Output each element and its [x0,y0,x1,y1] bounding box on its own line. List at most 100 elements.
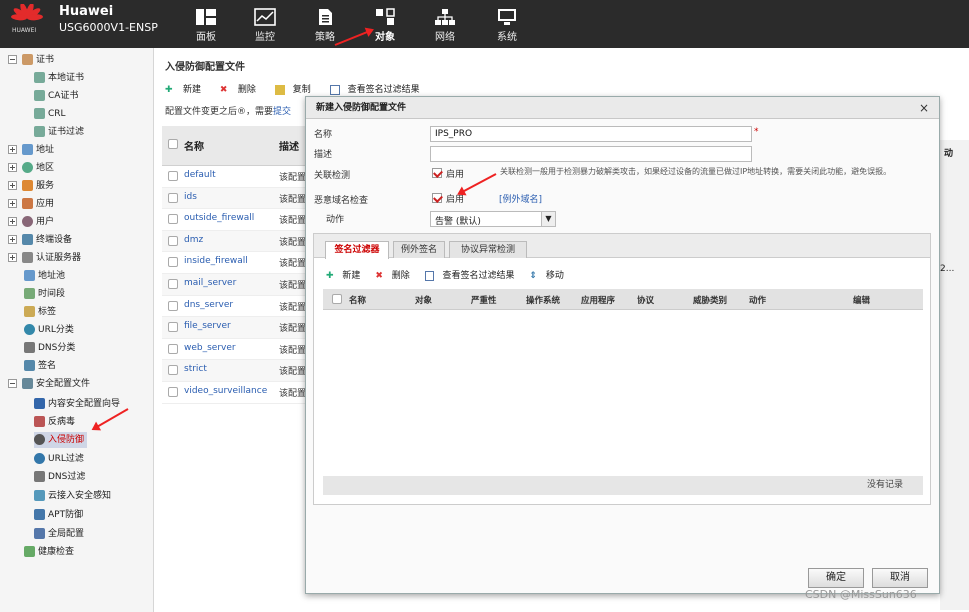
cancel-button[interactable]: 取消 [872,568,928,588]
row-checkbox[interactable] [168,365,178,376]
tab-exception-signature[interactable]: 例外签名 [393,241,445,258]
add-filter-button[interactable]: ✚ 新建 [326,271,366,281]
row-checkbox[interactable] [168,278,178,289]
move-button[interactable]: ⇕ 移动 [529,271,569,281]
sidebar-item-ips[interactable]: 入侵防御 [34,432,88,448]
sidebar-item-dns-filter[interactable]: DNS过滤 [34,469,85,485]
sidebar-item-address[interactable]: 地址 [8,142,54,158]
collapse-icon[interactable] [8,55,17,64]
policy-icon [319,9,332,25]
table-row[interactable]: inside_firewall 该配置 [162,252,307,274]
sidebar-item-apt[interactable]: APT防御 [34,507,83,523]
copy-button[interactable]: 复制 [274,84,319,95]
sidebar-item-antivirus[interactable]: 反病毒 [34,414,75,430]
action-select[interactable]: 告警 (默认) ▼ [430,211,556,227]
description-label: 描述 [314,150,333,160]
sidebar-item-address-pool[interactable]: 地址池 [24,268,65,284]
sidebar-item-time-range[interactable]: 时间段 [24,286,65,302]
sidebar-item-security-profile[interactable]: 安全配置文件 [8,376,90,392]
nav-system[interactable]: 系统 [482,0,532,48]
sidebar-item-terminal[interactable]: 终端设备 [8,232,72,248]
sidebar-item-ca-cert[interactable]: CA证书 [34,88,78,104]
expand-icon[interactable] [8,145,17,154]
sidebar-item-service[interactable]: 服务 [8,178,54,194]
tag-icon [24,306,35,317]
tab-protocol-anomaly[interactable]: 协议异常检测 [449,241,527,258]
sidebar-item-content-wizard[interactable]: 内容安全配置向导 [34,396,120,412]
ips-icon [34,434,45,445]
sidebar-item-certificate[interactable]: 证书 [8,52,54,68]
sidebar-item-global-config[interactable]: 全局配置 [34,526,84,542]
select-all-checkbox[interactable] [168,139,178,149]
sidebar-item-url-filter[interactable]: URL过滤 [34,451,84,467]
sidebar-item-application[interactable]: 应用 [8,196,54,212]
correlation-checkbox[interactable] [432,168,442,178]
main-toolbar: ✚ 新建 ✖ 删除 复制 查看签名过滤结果 [165,82,436,96]
row-checkbox[interactable] [168,171,178,181]
row-checkbox[interactable] [168,192,178,203]
tab-signature-filter[interactable]: 签名过滤器 [325,241,389,259]
table-row[interactable]: ids 该配置 [162,187,307,210]
new-ips-profile-dialog: 新建入侵防御配置文件 × 名称 IPS_PRO * 描述 关联检测 启用 关联检… [305,96,940,594]
row-checkbox[interactable] [168,386,178,397]
collapse-icon[interactable] [8,379,17,388]
name-label: 名称 [314,130,333,140]
nav-network[interactable]: 网络 [420,0,470,48]
row-checkbox[interactable] [168,257,178,268]
view-filter-button[interactable]: 查看签名过滤结果 [329,84,428,95]
table-row[interactable]: mail_server 该配置 [162,273,307,296]
sidebar-item-user[interactable]: 用户 [8,214,54,230]
nav-dashboard[interactable]: 面板 [181,0,231,48]
sidebar-item-cloud-access[interactable]: 云接入安全感知 [34,488,111,504]
table-row[interactable]: default 该配置 [162,166,307,188]
row-checkbox[interactable] [168,214,178,225]
antivirus-icon [34,416,45,427]
sidebar-item-auth-server[interactable]: 认证服务器 [8,250,81,266]
exception-domain-link[interactable]: [例外域名] [499,192,542,205]
sidebar-item-cert-filter[interactable]: 证书过滤 [34,124,84,140]
malicious-domain-checkbox[interactable] [432,193,442,203]
select-all-checkbox[interactable] [332,294,342,304]
expand-icon[interactable] [8,181,17,190]
sidebar-item-health-check[interactable]: 健康检查 [24,544,74,560]
table-row[interactable]: web_server 该配置 [162,339,307,361]
table-row[interactable]: dns_server 该配置 [162,296,307,318]
table-row[interactable]: video_surveillance 该配置 [162,382,307,404]
tab-panel: 签名过滤器 例外签名 协议异常检测 ✚ 新建 ✖ 删除 查看签名过滤结果 ⇕ 移… [313,233,931,505]
expand-icon[interactable] [8,217,17,226]
delete-filter-button[interactable]: ✖ 删除 [375,271,415,281]
calendar-icon [24,288,35,299]
view-filter-result-button[interactable]: 查看签名过滤结果 [424,270,521,281]
sidebar-item-tag[interactable]: 标签 [24,304,56,320]
nav-object[interactable]: 对象 [360,0,410,48]
sidebar-item-signature[interactable]: 签名 [24,358,56,374]
row-checkbox[interactable] [168,322,178,333]
table-row[interactable]: strict 该配置 [162,360,307,382]
correlation-hint: 关联检测一般用于检测暴力破解类攻击，如果经过设备的流量已做过IP地址转换，需要关… [500,167,892,176]
description-input[interactable] [430,146,752,162]
table-row[interactable]: file_server 该配置 [162,317,307,339]
submit-link[interactable]: 提交 [273,107,291,117]
sidebar-item-dns-category[interactable]: DNS分类 [24,340,75,356]
table-row[interactable]: dmz 该配置 [162,230,307,253]
close-icon[interactable]: × [919,101,929,115]
sidebar-item-crl[interactable]: CRL [34,106,66,122]
expand-icon[interactable] [8,199,17,208]
expand-icon[interactable] [8,253,17,262]
sidebar-item-region[interactable]: 地区 [8,160,54,176]
row-checkbox[interactable] [168,343,178,354]
expand-icon[interactable] [8,235,17,244]
sidebar: 证书 本地证书 CA证书 CRL 证书过滤 地址 地区 服务 应用 用户 终端设… [0,48,154,612]
sidebar-item-url-category[interactable]: URL分类 [24,322,74,338]
certificate-icon [34,72,45,83]
nav-monitor[interactable]: 监控 [240,0,290,48]
add-button[interactable]: ✚ 新建 [165,85,209,96]
row-checkbox[interactable] [168,235,178,246]
table-row[interactable]: outside_firewall 该配置 [162,209,307,231]
ok-button[interactable]: 确定 [808,568,864,588]
expand-icon[interactable] [8,163,17,172]
sidebar-item-local-cert[interactable]: 本地证书 [34,70,84,86]
delete-button[interactable]: ✖ 删除 [220,85,264,96]
name-input[interactable]: IPS_PRO [430,126,752,142]
row-checkbox[interactable] [168,300,178,311]
